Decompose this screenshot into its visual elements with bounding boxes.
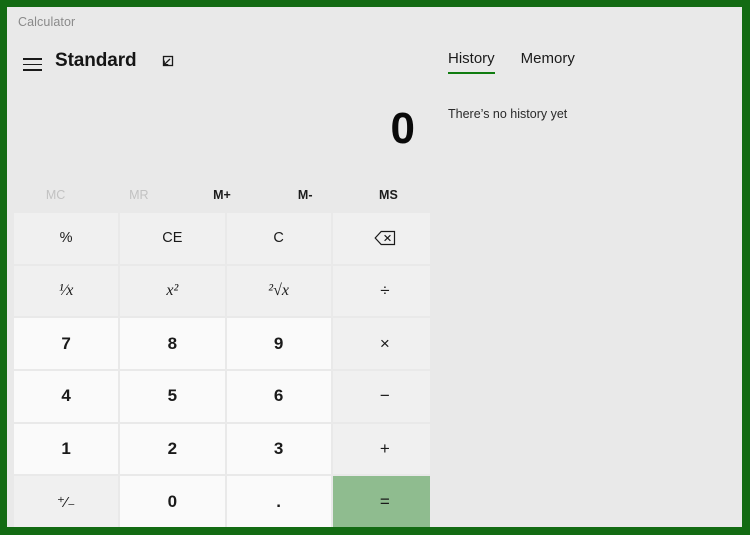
key-clear-entry[interactable]: CE [120, 213, 225, 264]
key-label: + [379, 438, 390, 458]
key-label: % [59, 230, 73, 247]
key-sign-flip[interactable]: ⁺⁄₋ [14, 476, 119, 527]
hamburger-menu-icon[interactable] [14, 47, 52, 81]
memory-button-mplus[interactable]: M+ [180, 181, 263, 209]
key-label: x² [166, 281, 179, 299]
keypad-grid: % CE C ¹⁄x x² ²√x ÷ 7 8 9 × 4 5 6 − 1 2 3 + ⁺⁄₋ 0. = [14, 213, 437, 527]
key-digit-5[interactable]: 5 [120, 371, 225, 422]
key-label: 2 [167, 438, 178, 458]
display-value: 0 [390, 104, 416, 153]
key-label: CE [162, 230, 183, 247]
key-digit-4[interactable]: 4 [14, 371, 119, 422]
memory-button-mminus[interactable]: M- [264, 181, 347, 209]
key-multiply[interactable]: × [332, 318, 437, 369]
key-label: − [379, 386, 390, 406]
key-label: 4 [61, 386, 71, 406]
key-square-root[interactable]: ²√x [226, 265, 331, 317]
key-label: ÷ [380, 280, 390, 300]
tab-memory[interactable]: Memory [521, 50, 575, 74]
key-label: ²√x [268, 281, 289, 299]
key-label: C [273, 230, 284, 247]
side-panel: History Memory There’s no history yet [430, 7, 742, 527]
hamburger-bar [23, 69, 42, 71]
hamburger-bar [23, 58, 42, 60]
key-digit-8[interactable]: 8 [120, 318, 225, 369]
memory-button-ms[interactable]: MS [347, 181, 430, 209]
calculator-window-frame: Calculator Standard 0 MC MR M+ M- MS % C… [0, 0, 750, 535]
key-label: 1 [61, 438, 71, 458]
calculator-window-body: Calculator Standard 0 MC MR M+ M- MS % C… [7, 7, 742, 527]
key-clear[interactable]: C [226, 213, 331, 264]
key-percent[interactable]: % [14, 213, 119, 264]
key-digit-7[interactable]: 7 [14, 318, 119, 369]
backspace-icon [374, 231, 395, 246]
key-reciprocal[interactable]: ¹⁄x [14, 265, 119, 317]
key-digit-6[interactable]: 6 [226, 371, 331, 422]
key-digit-9[interactable]: 9 [226, 318, 331, 369]
hamburger-bar [23, 63, 42, 66]
memory-button-mr: MR [129, 188, 149, 202]
key-digit-2[interactable]: 2 [120, 423, 225, 475]
key-label: ⁺⁄₋ [56, 493, 76, 511]
page-title: Standard [55, 50, 137, 71]
key-digit-3[interactable]: 3 [226, 423, 331, 475]
calculator-pane: 0 MC MR M+ M- MS % CE C ¹⁄x x² ²√x ÷ 7 8 9 × 4 5 6 − 1 2 3 + ⁺⁄… [7, 89, 437, 527]
key-label: 5 [167, 386, 178, 406]
tab-history[interactable]: History [448, 50, 495, 74]
panel-tab-bar: History Memory [448, 50, 575, 74]
key-digit-0[interactable]: 0 [120, 476, 225, 527]
key-equals[interactable]: = [332, 476, 437, 527]
memory-button-mc: MC [45, 188, 66, 202]
key-subtract[interactable]: − [332, 371, 437, 422]
key-label: ¹⁄x [58, 281, 74, 299]
key-label: 0 [167, 491, 178, 511]
key-backspace[interactable] [332, 213, 437, 264]
key-divide[interactable]: ÷ [332, 265, 437, 317]
key-label: × [379, 333, 390, 353]
key-square[interactable]: x² [120, 265, 225, 317]
key-label: 6 [273, 386, 284, 406]
display-area: 0 [7, 89, 430, 179]
key-decimal-point[interactable]: . [226, 476, 331, 527]
key-label: . [276, 491, 281, 511]
key-digit-1[interactable]: 1 [14, 423, 119, 475]
key-label: 9 [273, 333, 284, 353]
keep-on-top-icon [162, 55, 174, 67]
key-label: 8 [167, 333, 178, 353]
keep-on-top-button[interactable] [151, 49, 181, 77]
key-label: = [379, 491, 390, 511]
window-title: Calculator [18, 15, 76, 29]
key-label: 3 [273, 438, 284, 458]
key-label: 7 [61, 333, 71, 353]
memory-button-row: MC MR M+ M- MS [14, 181, 430, 209]
history-empty-message: There’s no history yet [448, 107, 568, 121]
key-add[interactable]: + [332, 423, 437, 475]
